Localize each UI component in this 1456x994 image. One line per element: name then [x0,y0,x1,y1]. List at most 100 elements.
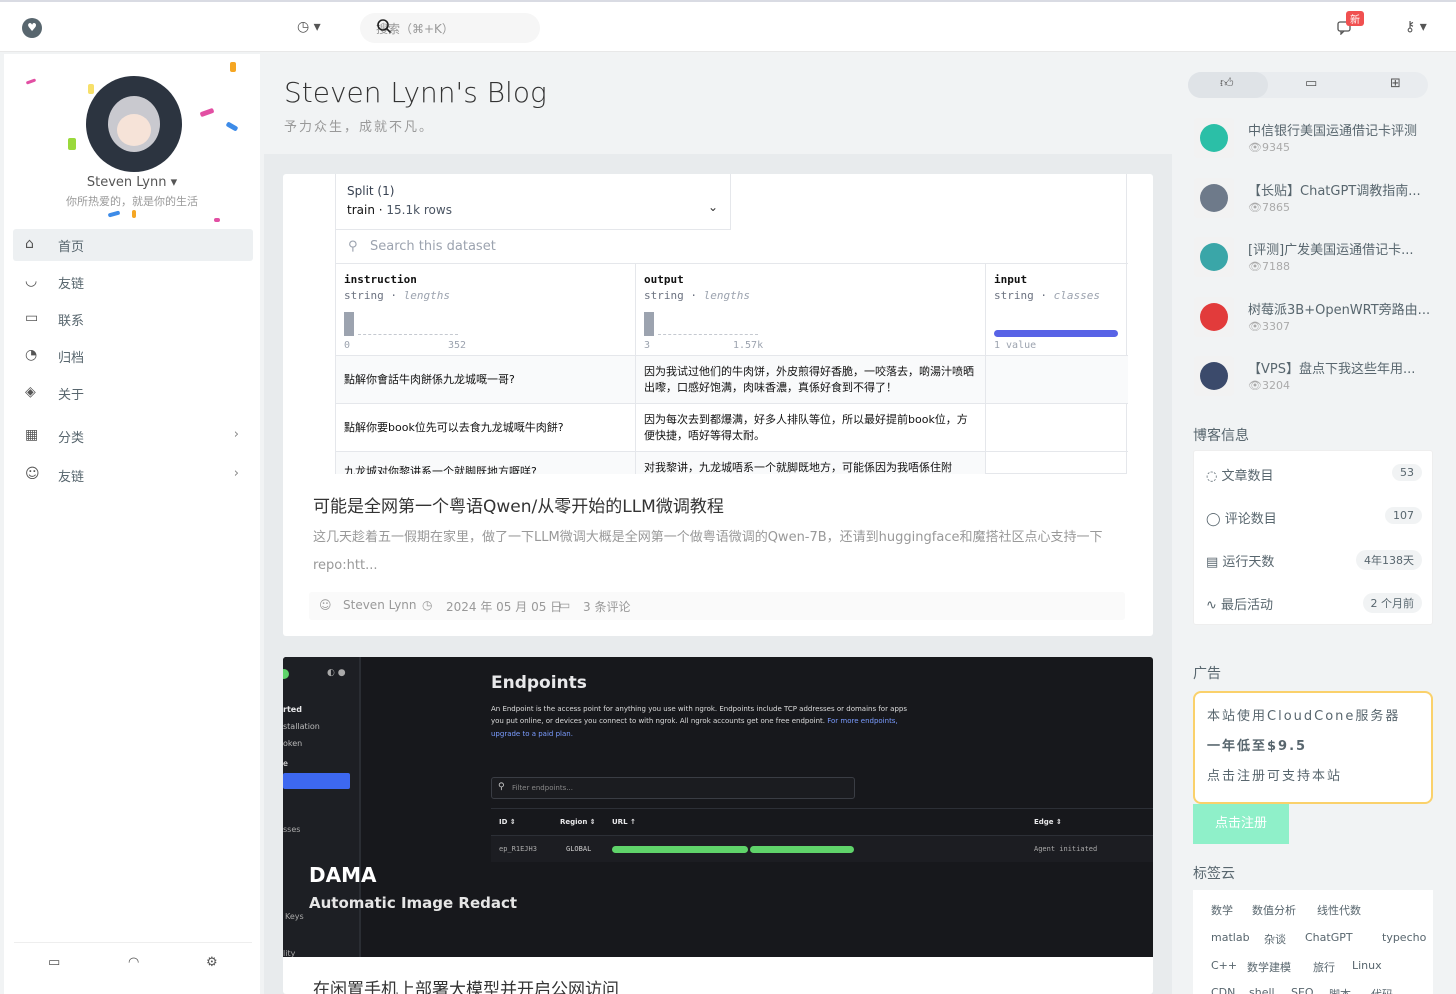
nav-item-contact[interactable]: ▭ 联系 [13,303,253,335]
status-dot [283,669,289,679]
tag[interactable]: 杂谈 [1264,931,1286,947]
info-row-posts: ◌ 文章数目 53 [1206,463,1422,485]
column-header-instruction: instruction string · lengths 0 352 [336,264,636,356]
popular-post[interactable]: 中信银行美国运通借记卡评测 👁︎9345 [1192,118,1432,168]
side-item: lity [283,949,296,957]
post-thumbnail [1194,118,1234,158]
top-bar: ♥ ◷ ▾ 搜索（⌘+K） 新 ⚷ ▾ [0,0,1456,52]
new-badge: 新 [1346,11,1364,26]
gift-icon[interactable]: ⊞ [1390,76,1401,91]
popular-post[interactable]: 树莓派3B+OpenWRT旁路由... 👁︎3307 [1192,297,1432,347]
view-count: 👁︎3204 [1248,379,1290,392]
nav-item-friends[interactable]: ☺ 友链 › [13,459,253,491]
sidebar-tabs: 👍︎ ▭ ⊞ [1188,72,1428,98]
tag[interactable]: 数学建模 [1247,959,1291,975]
histogram-bar [644,312,654,336]
endpoints-link: upgrade to a paid plan. [491,730,573,738]
nav-item-archive[interactable]: ◔ 归档 [13,340,253,372]
dataset-search-placeholder: Search this dataset [370,239,496,254]
tag[interactable]: 脚本 [1329,986,1351,994]
rss-icon[interactable]: ◠ [128,955,139,970]
redacted-url-bar [750,846,854,853]
side-item: stallation [283,722,320,731]
column-name: instruction [344,273,417,286]
popular-post[interactable]: [评测]广发美国运通借记卡... 👁︎7188 [1192,237,1432,287]
thumbs-up-icon[interactable]: 👍︎ [1220,76,1234,91]
tag[interactable]: 数学 [1211,902,1233,918]
nav-label: 归档 [58,351,85,366]
confetti [68,138,76,150]
search-input[interactable]: 搜索（⌘+K） [360,13,540,43]
tag[interactable]: C++ [1211,959,1237,972]
tag[interactable]: 代码 [1371,986,1393,994]
nav-item-about[interactable]: ◈ 关于 [13,377,253,409]
nav-label: 首页 [58,240,85,255]
post-comments[interactable]: 3 条评论 [583,598,630,615]
heart-logo-icon[interactable]: ♥ [22,18,42,38]
split-value: train · 15.1k rows [347,203,452,217]
tag-cloud: 数学 数值分析 线性代数 matlab 杂谈 ChatGPT typecho C… [1193,890,1433,994]
chevron-down-icon: ⌄ [707,200,718,214]
post-title[interactable]: 可能是全网第一个粤语Qwen/从零开始的LLM微调教程 [313,492,724,517]
post-author[interactable]: Steven Lynn [343,598,417,612]
theme-clock-icon[interactable]: ◷ ▾ [297,19,321,35]
filter-placeholder: Filter endpoints... [512,784,573,792]
comment-icon[interactable]: ▭ [1305,76,1317,91]
comment-icon[interactable]: ▭ [48,955,60,970]
chevron-right-icon: › [233,466,239,481]
nav-item-home[interactable]: ⌂ 首页 [13,229,253,261]
side-panel: ◐ ● rted stallation oken e sses Keys lit… [283,657,361,957]
ad-box[interactable]: 本站使用CloudCone服务器 一年低至$9.5 点击注册可支持本站 [1193,691,1433,804]
register-button[interactable]: 点击注册 [1193,804,1289,844]
ad-line: 本站使用CloudCone服务器 [1207,709,1401,724]
key-icon[interactable]: ⚷ ▾ [1405,19,1427,35]
search-icon[interactable] [376,18,530,38]
popular-post-title: 【长贴】ChatGPT调教指南... [1248,184,1421,199]
cell-instruction: 點解你要book位先可以去食九龙城嘅牛肉餅? [336,404,636,452]
tag[interactable]: SEO [1291,986,1314,994]
post-title[interactable]: 在闲置手机上部署大模型并开启公网访问 [313,975,619,994]
tag[interactable]: shell [1249,986,1275,994]
post-card[interactable]: ◐ ● rted stallation oken e sses Keys lit… [283,657,1153,994]
class-bar [994,330,1118,337]
col-header: Edge ⇕ [1034,818,1062,826]
post-thumbnail-endpoints: ◐ ● rted stallation oken e sses Keys lit… [283,657,1153,957]
settings-gear-icon[interactable]: ⚙ [206,955,218,970]
endpoints-heading: Endpoints [491,673,587,693]
avatar[interactable] [86,76,182,172]
popular-post[interactable]: 【VPS】盘点下我这些年用... 👁︎3204 [1192,356,1432,406]
cell-output: 因为每次去到都爆满，好多人排队等位，所以最好提前book位，方便快捷，唔好等得太… [636,404,986,452]
view-count: 👁︎3307 [1248,320,1290,333]
split-selector[interactable]: Split (1) train · 15.1k rows ⌄ [336,174,731,230]
post-card[interactable]: Split (1) train · 15.1k rows ⌄ ⚲ Search … [283,174,1153,636]
tag[interactable]: typecho [1382,931,1426,944]
confetti [214,218,220,222]
tag[interactable]: 数值分析 [1252,902,1296,918]
cell-input [986,404,1128,452]
nav-item-category[interactable]: ▦ 分类 › [13,420,253,452]
column-type: string · classes [994,289,1100,302]
user-name[interactable]: Steven Lynn ▾ [4,175,260,190]
confetti [230,62,236,72]
theme-toggle-icon: ◐ ● [327,668,346,678]
home-icon: ⌂ [25,236,34,252]
tag[interactable]: ChatGPT [1305,931,1353,944]
tag[interactable]: 旅行 [1313,959,1335,975]
popular-post[interactable]: 【长贴】ChatGPT调教指南... 👁︎7865 [1192,178,1432,228]
info-label: ◌ 文章数目 [1206,469,1274,484]
tag[interactable]: CDN [1211,986,1235,994]
view-count: 👁︎9345 [1248,141,1290,154]
tag[interactable]: Linux [1352,959,1382,972]
tag[interactable]: 线性代数 [1317,902,1361,918]
nav-item-links[interactable]: ◡ 友链 [13,266,253,298]
row-id: ep_R1EJH3 [499,845,537,853]
post-meta: ☺ Steven Lynn ◷ 2024 年 05 月 05 日 ▭ 3 条评论 [309,592,1125,620]
view-count: 👁︎7865 [1248,201,1290,214]
left-sidebar: Steven Lynn ▾ 你所热爱的，就是你的生活 ⌂ 首页 ◡ 友链 ▭ 联… [4,54,260,994]
post-excerpt: 这几天趁着五一假期在家里，做了一下LLM微调大概是全网第一个做粤语微调的Qwen… [313,530,1103,573]
page-title: Steven Lynn's Blog [284,76,547,109]
cell-input [986,356,1128,404]
post-thumbnail [1194,178,1234,218]
tag[interactable]: matlab [1211,931,1250,944]
dataset-search[interactable]: ⚲ Search this dataset [336,230,1128,264]
